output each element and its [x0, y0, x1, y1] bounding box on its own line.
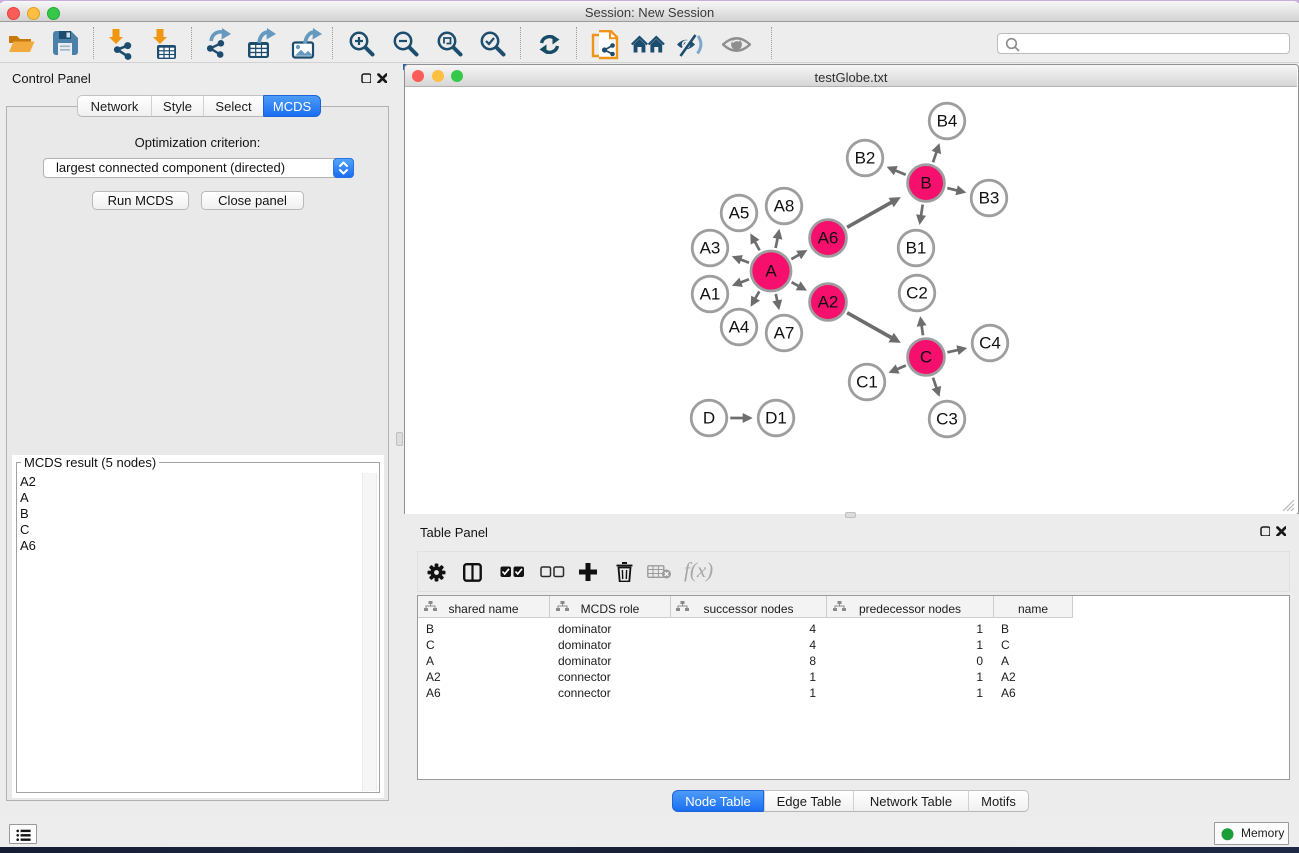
svg-text:A4: A4: [729, 318, 750, 337]
svg-text:B: B: [920, 174, 931, 193]
svg-text:B1: B1: [906, 239, 927, 258]
svg-text:B3: B3: [979, 189, 1000, 208]
svg-text:A1: A1: [700, 285, 721, 304]
svg-text:A2: A2: [818, 293, 839, 312]
svg-text:C1: C1: [856, 373, 878, 392]
svg-text:D1: D1: [765, 409, 787, 428]
svg-text:A5: A5: [729, 204, 750, 223]
svg-text:A7: A7: [774, 324, 795, 343]
svg-text:D: D: [703, 409, 715, 428]
svg-text:C: C: [920, 348, 932, 367]
svg-text:A8: A8: [774, 197, 795, 216]
svg-text:C3: C3: [936, 410, 958, 429]
svg-text:A3: A3: [700, 239, 721, 258]
svg-text:C2: C2: [906, 284, 928, 303]
svg-text:C4: C4: [979, 334, 1001, 353]
svg-text:B2: B2: [855, 149, 876, 168]
svg-text:B4: B4: [937, 112, 958, 131]
svg-text:A: A: [765, 262, 777, 281]
svg-text:A6: A6: [818, 229, 839, 248]
